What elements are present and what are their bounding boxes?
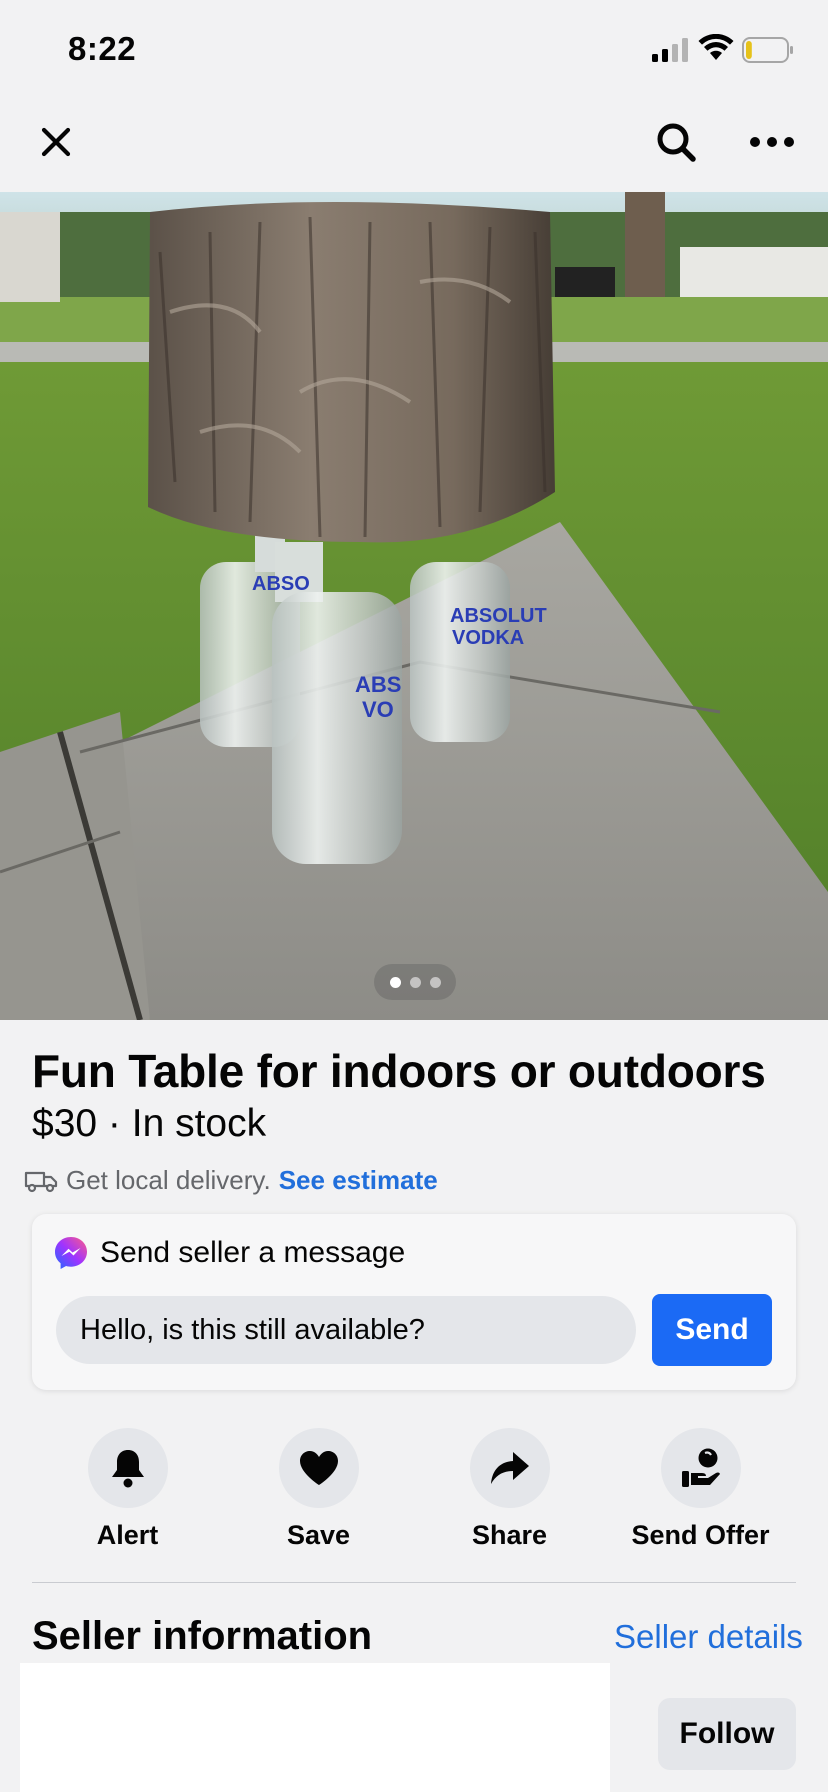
cellular-signal-icon	[652, 38, 688, 62]
offer-hand-icon	[681, 1448, 720, 1487]
top-nav	[0, 100, 828, 192]
listing-price-status: $30 · In stock	[32, 1102, 267, 1145]
more-horizontal-icon	[750, 137, 794, 147]
section-divider	[32, 1582, 796, 1583]
pagination-dot	[429, 976, 441, 988]
search-icon	[657, 123, 696, 162]
listing-photo[interactable]: ABSOLUT VODKA ABS VO ABSO	[0, 192, 828, 1020]
action-label: Alert	[96, 1520, 159, 1550]
pagination-dot	[389, 976, 401, 988]
close-button[interactable]	[30, 116, 82, 168]
send-button[interactable]: Send	[652, 1294, 772, 1366]
share-arrow-icon	[490, 1452, 529, 1484]
delivery-info: Get local delivery. See estimate	[24, 1165, 438, 1196]
listing-photo-image: ABSOLUT VODKA ABS VO ABSO	[0, 192, 828, 1020]
action-label: Save	[286, 1520, 351, 1550]
truck-icon	[24, 1171, 58, 1192]
battery-low-icon	[742, 37, 793, 63]
see-estimate-link[interactable]: See estimate	[279, 1165, 438, 1196]
share-action-circle[interactable]	[469, 1428, 550, 1508]
action-label: Send Offer	[631, 1520, 770, 1550]
message-seller-card: Send seller a message Hello, is this sti…	[32, 1214, 796, 1390]
send-offer-action-circle[interactable]	[660, 1428, 741, 1508]
svg-text:VODKA: VODKA	[452, 627, 524, 649]
pagination-dot	[409, 976, 421, 988]
alert-action-circle[interactable]	[87, 1428, 168, 1508]
seller-information-heading: Seller information	[32, 1614, 373, 1658]
listing-actions: Alert Save Share Send Offer	[32, 1428, 796, 1551]
action-label: Share	[471, 1520, 548, 1550]
search-button[interactable]	[648, 114, 704, 170]
svg-text:ABSO: ABSO	[252, 573, 310, 595]
message-card-header: Send seller a message	[54, 1236, 405, 1270]
save-action-button[interactable]: Save	[223, 1428, 414, 1551]
message-card-heading: Send seller a message	[100, 1236, 406, 1269]
seller-profile-area[interactable]	[20, 1663, 610, 1792]
message-input[interactable]: Hello, is this still available?	[56, 1296, 636, 1364]
share-action-button[interactable]: Share	[414, 1428, 605, 1551]
save-action-circle[interactable]	[278, 1428, 359, 1508]
heart-icon	[299, 1451, 338, 1485]
status-time: 8:22	[68, 30, 137, 67]
photo-pagination[interactable]	[374, 964, 456, 1000]
close-icon	[41, 127, 71, 157]
seller-details-link[interactable]: Seller details	[614, 1618, 803, 1656]
wifi-icon	[698, 34, 734, 60]
send-offer-action-button[interactable]: Send Offer	[605, 1428, 796, 1551]
bell-icon	[111, 1450, 144, 1488]
status-bar: 8:22	[0, 0, 828, 100]
delivery-text: Get local delivery.	[66, 1165, 271, 1195]
more-options-button[interactable]	[744, 114, 800, 170]
svg-text:ABS: ABS	[355, 672, 401, 697]
follow-button[interactable]: Follow	[658, 1698, 796, 1770]
svg-text:VO: VO	[362, 697, 394, 722]
svg-text:ABSOLUT: ABSOLUT	[450, 605, 547, 627]
messenger-icon	[55, 1237, 87, 1269]
alert-action-button[interactable]: Alert	[32, 1428, 223, 1551]
listing-title: Fun Table for indoors or outdoors	[32, 1045, 766, 1097]
